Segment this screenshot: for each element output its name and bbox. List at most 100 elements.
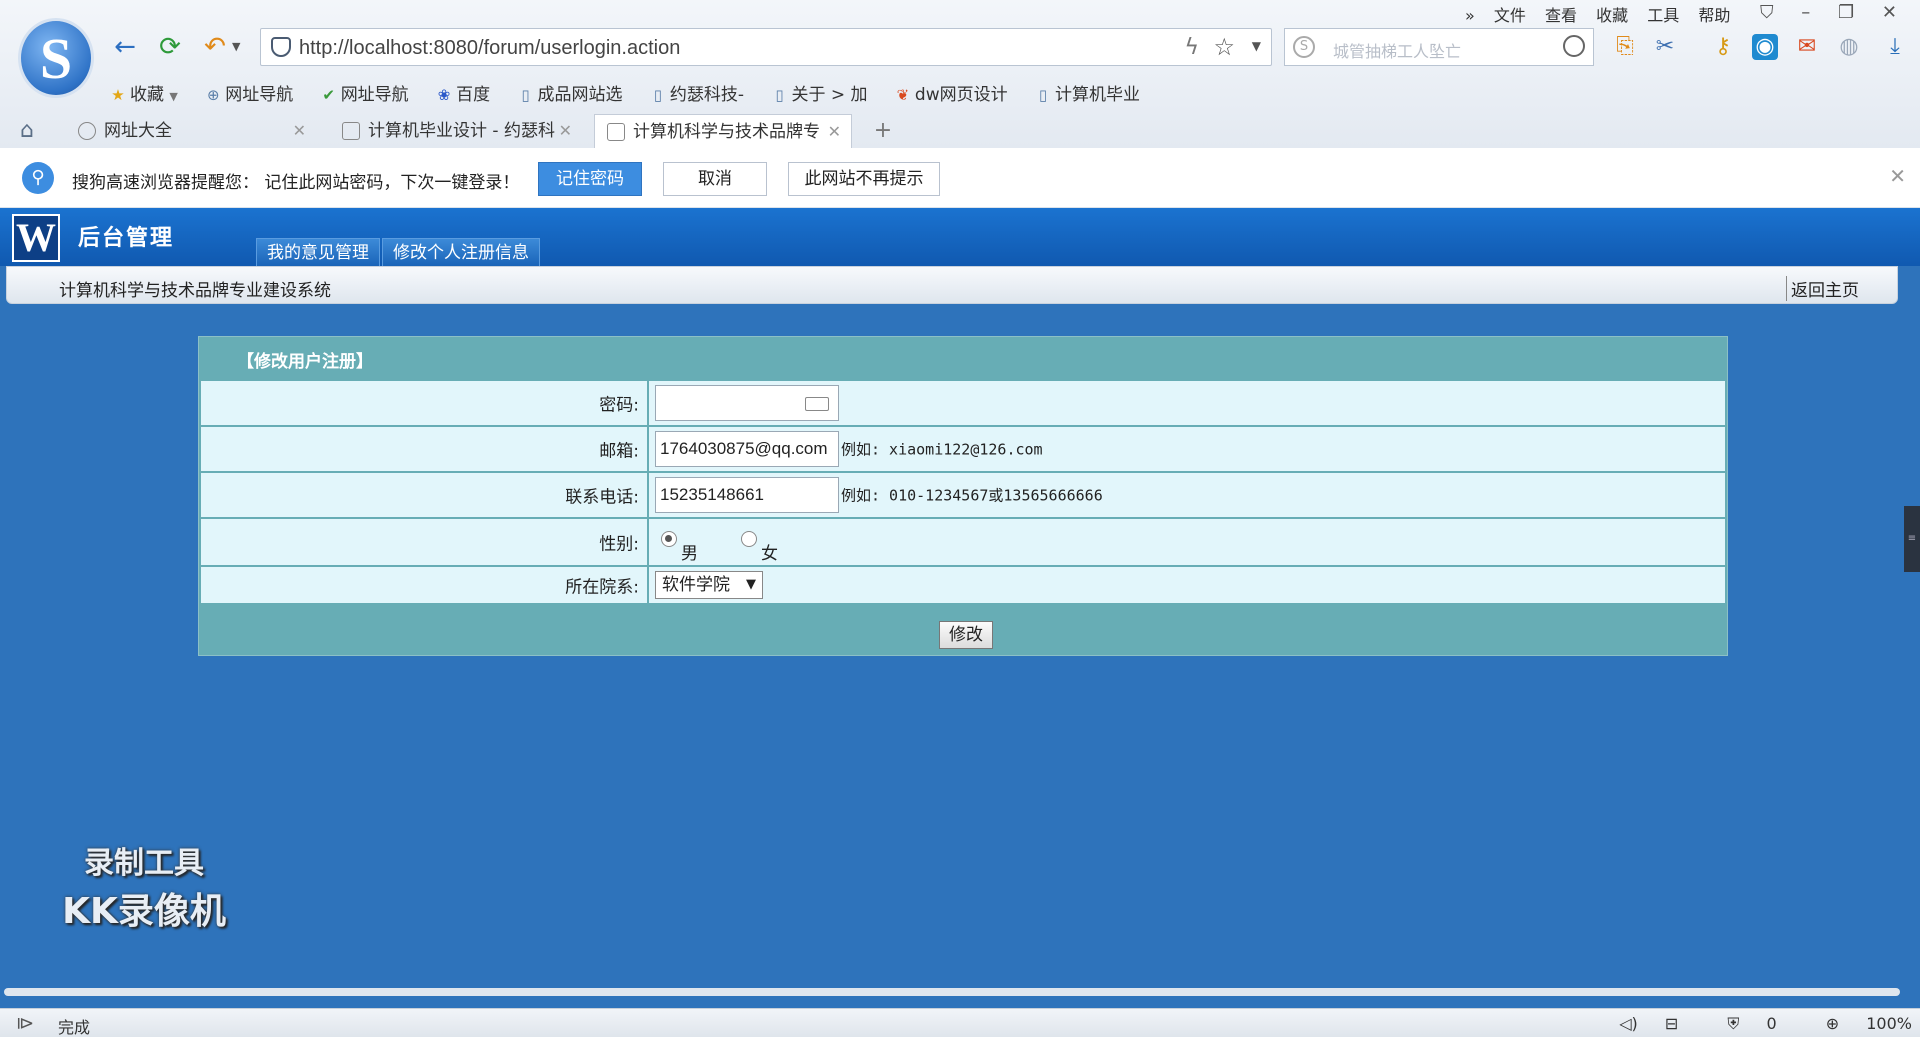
sogou-logo[interactable]: S <box>18 18 94 98</box>
page-icon: ▯ <box>521 86 530 104</box>
form-title: 【修改用户注册】 <box>237 352 373 372</box>
password-label: 密码: <box>599 395 639 416</box>
shield-plus-icon[interactable]: ◉ <box>1752 34 1778 60</box>
tab-close-icon[interactable]: ✕ <box>559 114 572 148</box>
admin-header: W 后台管理 我的意见管理 修改个人注册信息 <box>0 208 1920 266</box>
menu-more[interactable]: » <box>1465 6 1475 25</box>
speaker-icon[interactable]: ◁) <box>1619 1014 1638 1033</box>
department-select[interactable]: 软件学院 ▼ <box>655 571 763 599</box>
gender-male-label: 男 <box>681 544 698 564</box>
nav-my-feedback[interactable]: 我的意见管理 <box>256 238 380 266</box>
menu-bar: » 文件 查看 收藏 工具 帮助 <box>1465 2 1744 26</box>
minimize-icon[interactable]: – <box>1801 2 1810 23</box>
bookmark-item[interactable]: ❦ dw网页设计 <box>895 80 1008 105</box>
department-label: 所在院系: <box>565 577 639 598</box>
security-count[interactable]: ⛨ 0 <box>1705 1014 1776 1033</box>
gender-female-radio[interactable] <box>741 531 757 547</box>
modify-button[interactable]: 修改 <box>939 621 993 649</box>
bookmark-item[interactable]: ▯ 计算机毕业 <box>1035 80 1140 105</box>
address-bar[interactable]: http://localhost:8080/forum/userlogin.ac… <box>260 28 1272 66</box>
menu-file[interactable]: 文件 <box>1494 6 1526 25</box>
tab-close-icon[interactable]: ✕ <box>828 115 841 148</box>
search-input[interactable]: 城管抽梯工人坠亡 <box>1333 38 1461 62</box>
tab-graduation-design[interactable]: 计算机毕业设计 - 约瑟科 ✕ <box>330 114 582 148</box>
bookmark-favorites[interactable]: ★ 收藏 ▼ <box>110 80 178 105</box>
system-name: 计算机科学与技术品牌专业建设系统 <box>59 281 331 301</box>
keyboard-icon[interactable] <box>805 397 829 411</box>
key-icon[interactable]: ⚷ <box>1710 34 1736 60</box>
window-controls: ⛉ – ❐ ✕ <box>1760 2 1919 23</box>
form-row-gender: 性别: 男 女 <box>201 519 1725 565</box>
bookmark-item[interactable]: ✔ 网址导航 <box>321 80 408 105</box>
close-icon[interactable]: ✕ <box>1889 164 1906 188</box>
nav-edit-profile[interactable]: 修改个人注册信息 <box>382 238 540 266</box>
zoom-level[interactable]: ⊕ 100% <box>1804 1014 1912 1033</box>
chevron-down-icon[interactable]: ▼ <box>1252 39 1261 53</box>
menu-view[interactable]: 查看 <box>1545 6 1577 25</box>
zoom-icon: ⊕ <box>1825 1014 1840 1033</box>
cancel-button[interactable]: 取消 <box>663 162 767 196</box>
email-label: 邮箱: <box>599 441 639 462</box>
page-icon: ▯ <box>653 86 663 104</box>
hao-icon: ✔ <box>322 86 335 104</box>
tab-active-system[interactable]: 计算机科学与技术品牌专 ✕ <box>594 114 852 148</box>
form-row-email: 邮箱: 例如: xiaomi122@126.com <box>201 427 1725 471</box>
dw-icon: ❦ <box>896 86 910 104</box>
restore-icon[interactable]: ❐ <box>1838 2 1854 23</box>
form-row-phone: 联系电话: 例如: 010-1234567或13565666666 <box>201 473 1725 517</box>
tab-nav-portal[interactable]: 网址大全 ✕ <box>66 114 316 148</box>
search-icon[interactable] <box>1563 35 1585 57</box>
return-home-link[interactable]: 返回主页 <box>1786 276 1859 301</box>
search-box[interactable]: S 城管抽梯工人坠亡 <box>1284 28 1594 66</box>
refresh-button[interactable]: ⟳ <box>155 32 185 62</box>
chart-icon <box>607 123 625 141</box>
recorder-watermark: 录制工具 KK录像机 <box>62 846 226 932</box>
menu-help[interactable]: 帮助 <box>1698 6 1730 25</box>
undo-button[interactable]: ↶ <box>200 32 230 62</box>
sogou-search-icon: S <box>1293 36 1315 58</box>
close-icon[interactable]: ✕ <box>1882 2 1897 23</box>
gender-female-label: 女 <box>761 544 778 564</box>
password-reminder-text: 搜狗高速浏览器提醒您： 记住此网站密码，下次一键登录！ <box>72 173 520 193</box>
phone-field[interactable] <box>655 477 839 513</box>
scissors-icon[interactable]: ✂ <box>1652 34 1678 60</box>
tab-close-icon[interactable]: ✕ <box>293 114 306 148</box>
phone-hint: 例如: 010-1234567或13565666666 <box>841 486 1103 505</box>
download-icon[interactable]: ⤓ <box>1882 34 1908 60</box>
horizontal-scrollbar[interactable] <box>4 988 1900 996</box>
bookmark-item[interactable]: ▯ 关于 > 加 <box>771 80 867 105</box>
bookmark-item[interactable]: ▯ 成品网站选 <box>518 80 622 105</box>
gender-male-radio[interactable] <box>661 531 677 547</box>
remember-password-button[interactable]: 记住密码 <box>538 162 642 196</box>
paw-icon: ❀ <box>437 86 451 104</box>
sidebar-toggle-icon[interactable]: ⧐ <box>16 1013 34 1034</box>
mail-icon[interactable]: ✉ <box>1794 34 1820 60</box>
home-icon[interactable]: ⌂ <box>20 118 34 143</box>
chevron-down-icon: ▼ <box>746 577 756 592</box>
status-text: 完成 <box>58 1018 91 1037</box>
side-panel-handle[interactable]: ≡ <box>1904 506 1920 572</box>
edit-user-form: 【修改用户注册】 密码: 邮箱: 例如: xiaomi122@126.com 联… <box>198 336 1728 656</box>
page-icon <box>342 122 360 140</box>
bookmark-item[interactable]: ▯ 约瑟科技- <box>650 80 744 105</box>
globe-icon: ⊕ <box>206 86 220 104</box>
bookmark-item[interactable]: ⊕ 网址导航 <box>205 80 293 105</box>
chevron-down-icon[interactable]: ▼ <box>232 40 240 53</box>
back-button[interactable]: ← <box>110 32 140 62</box>
share-icon[interactable]: ⎘ <box>1612 34 1638 60</box>
bookmark-item[interactable]: ❀ 百度 <box>436 80 490 105</box>
skin-icon[interactable]: ⛉ <box>1760 2 1774 23</box>
form-row-department: 所在院系: 软件学院 ▼ <box>201 567 1725 603</box>
never-remind-button[interactable]: 此网站不再提示 <box>788 162 940 196</box>
new-tab-button[interactable]: + <box>866 118 900 144</box>
password-reminder-bar: ⚲ 搜狗高速浏览器提醒您： 记住此网站密码，下次一键登录！ 记住密码 取消 此网… <box>0 148 1920 208</box>
tab-strip: ⌂ 网址大全 ✕ 计算机毕业设计 - 约瑟科 ✕ 计算机科学与技术品牌专 ✕ + <box>0 114 1920 148</box>
email-field[interactable] <box>655 431 839 467</box>
url-text[interactable]: http://localhost:8080/forum/userlogin.ac… <box>299 37 680 60</box>
star-icon[interactable]: ☆ <box>1213 33 1235 61</box>
toolbox-icon[interactable]: ⊟ <box>1665 1014 1678 1033</box>
globe-icon[interactable]: ◍ <box>1836 34 1862 60</box>
menu-favorites[interactable]: 收藏 <box>1596 6 1628 25</box>
menu-tools[interactable]: 工具 <box>1647 6 1679 25</box>
lightning-icon[interactable]: ϟ <box>1184 35 1199 60</box>
